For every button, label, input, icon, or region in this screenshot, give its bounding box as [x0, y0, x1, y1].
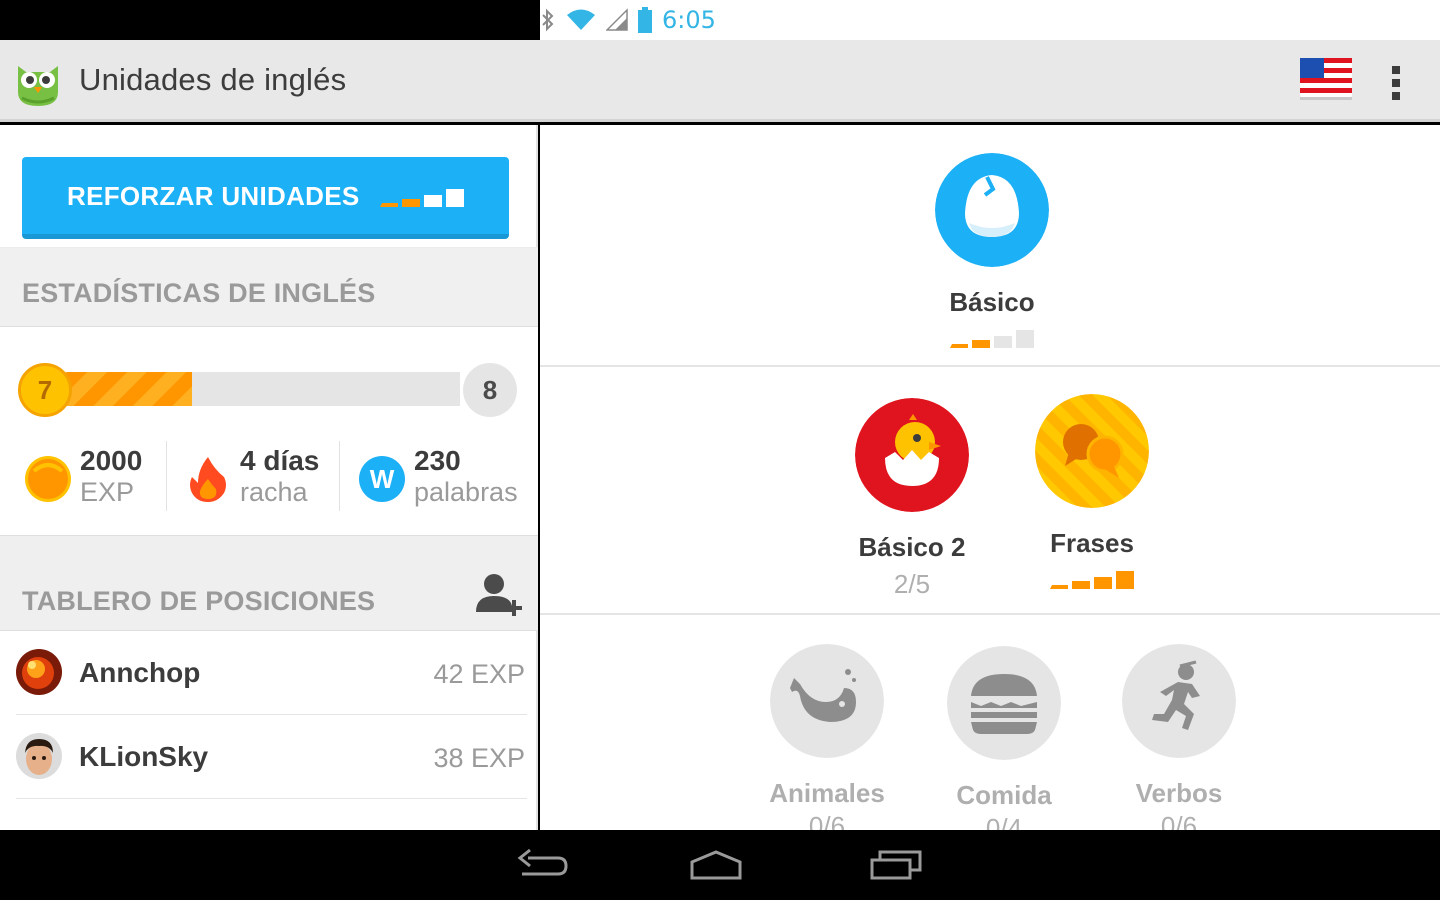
stat-divider [339, 441, 340, 511]
us-flag-icon[interactable] [1300, 58, 1352, 100]
svg-text:W: W [370, 464, 395, 494]
stat-streak-value: 4 días [240, 445, 320, 476]
skill-basico-name: Básico [949, 287, 1035, 317]
leaderboard-exp: 38 EXP [433, 743, 525, 773]
stat-exp-label: EXP [80, 477, 135, 507]
stat-words-value: 230 [414, 445, 461, 476]
skill-basico-2-name: Básico 2 [858, 532, 966, 562]
bluetooth-icon [542, 8, 554, 32]
skill-basico[interactable]: Básico [902, 153, 1082, 348]
stat-exp-value: 2000 [80, 445, 143, 476]
add-friend-icon[interactable] [474, 572, 524, 618]
leaderboard-exp: 42 EXP [433, 659, 525, 689]
signal-icon [606, 8, 628, 31]
skill-frases[interactable]: Frases [1002, 394, 1182, 589]
skill-basico-2-progress: 2/5 [893, 569, 931, 599]
runner-icon [1122, 644, 1236, 758]
skill-basico-circle[interactable] [935, 153, 1049, 267]
duolingo-owl-icon[interactable] [12, 56, 64, 108]
skill-comida-name: Comida [956, 780, 1052, 810]
skill-tree: Básico Básico 2 2/5 Frases Animales 0/6 … [540, 125, 1440, 843]
strength-bars-icon [1050, 571, 1134, 589]
stat-divider [166, 441, 167, 511]
clock: 6:05 [662, 6, 716, 34]
level-progress-bar [60, 372, 460, 406]
next-level-badge: 8 [463, 363, 517, 417]
avatar [16, 649, 62, 695]
skill-animales[interactable]: Animales 0/6 [737, 644, 917, 842]
page-title: Unidades de inglés [79, 62, 347, 97]
strength-bars-icon [950, 330, 1034, 348]
avatar [16, 733, 62, 779]
speech-bubbles-icon [1035, 394, 1149, 508]
status-bar: 6:05 [0, 0, 1440, 40]
whale-icon [770, 644, 884, 758]
leaderboard-name: Annchop [79, 657, 201, 688]
left-panel: REFORZAR UNIDADES ESTADÍSTICAS DE INGLÉS… [0, 125, 538, 830]
row-divider [540, 613, 1440, 615]
chick-icon [855, 398, 969, 512]
wifi-icon [567, 9, 595, 30]
back-icon[interactable] [514, 846, 570, 882]
leaderboard-header: TABLERO DE POSICIONES [0, 535, 538, 631]
row-divider [540, 365, 1440, 367]
leaderboard-row[interactable]: KLionSky 38 EXP [16, 715, 527, 799]
home-icon[interactable] [688, 846, 744, 882]
stat-words-label: palabras [414, 477, 518, 507]
leaderboard-header-label: TABLERO DE POSICIONES [22, 586, 376, 616]
current-level-badge: 7 [18, 363, 72, 417]
burger-icon [947, 646, 1061, 760]
reforzar-unidades-button[interactable]: REFORZAR UNIDADES [22, 157, 509, 239]
skill-verbos[interactable]: Verbos 0/6 [1089, 644, 1269, 842]
system-nav-bar [0, 830, 1440, 900]
words-icon: W [359, 456, 405, 502]
skill-animales-name: Animales [769, 778, 885, 808]
egg-icon [935, 153, 1049, 267]
battery-icon [638, 7, 652, 33]
coin-icon [25, 456, 71, 502]
overflow-menu-icon[interactable] [1384, 64, 1408, 102]
skill-frases-name: Frases [1050, 528, 1134, 558]
reforzar-label: REFORZAR UNIDADES [67, 181, 360, 211]
skill-basico-2[interactable]: Básico 2 2/5 [822, 398, 1002, 600]
recents-icon[interactable] [868, 846, 924, 882]
skill-frases-circle[interactable] [1035, 394, 1149, 508]
leaderboard-name: KLionSky [79, 741, 209, 772]
skill-verbos-name: Verbos [1135, 778, 1223, 808]
skill-verbos-circle[interactable] [1122, 644, 1236, 758]
strength-bars-icon [380, 189, 464, 207]
level-progress-fill [60, 372, 192, 406]
stats-area: 7 8 2000 EXP 4 días racha W 230 palabras [0, 327, 538, 535]
flame-icon [190, 457, 226, 502]
skill-animales-circle[interactable] [770, 644, 884, 758]
skill-comida[interactable]: Comida 0/4 [914, 646, 1094, 844]
stats-header: ESTADÍSTICAS DE INGLÉS [0, 247, 538, 327]
stats-header-label: ESTADÍSTICAS DE INGLÉS [22, 278, 376, 308]
stat-streak-label: racha [240, 477, 308, 507]
skill-comida-circle[interactable] [947, 646, 1061, 760]
leaderboard-row[interactable]: Annchop 42 EXP [16, 631, 527, 715]
app-bar: Unidades de inglés [0, 40, 1440, 122]
skill-basico-2-circle[interactable] [855, 398, 969, 512]
